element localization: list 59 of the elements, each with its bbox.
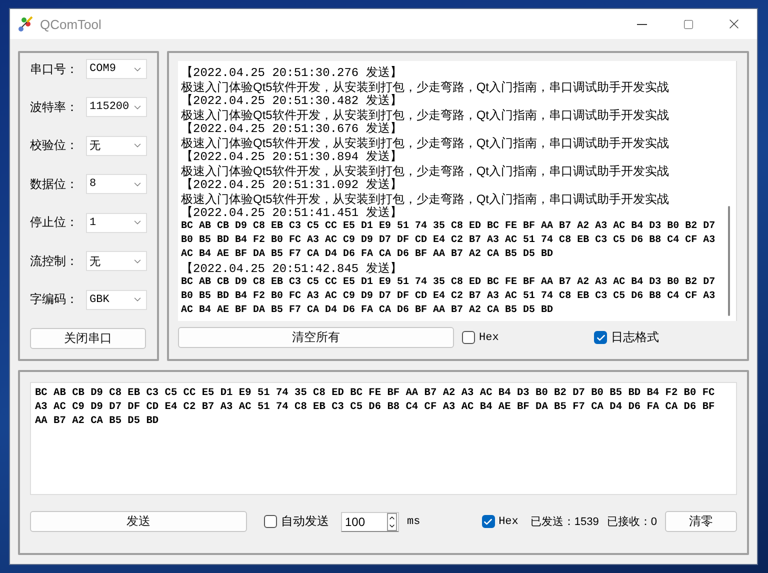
field-label: 停止位： (30, 214, 79, 232)
hex-line: BC AB CB D9 C8 EB C3 C5 CC E5 D1 E9 51 74 35 C8 ED BC FE BF AA B7 A2 A3 AC B4 D3 B0 B2 D7 (181, 220, 716, 234)
log-timestamp: 【2022.04.25 20:51:30.894 发送】 (181, 150, 402, 164)
field-label: 波特率： (30, 98, 79, 116)
hex-line: B0 B5 BD B4 F2 B0 FC A3 AC C9 D9 D7 DF CD E4 C2 B7 A3 AC 51 74 C8 EB C3 C5 D6 B8 C4 CF A3 (181, 234, 716, 248)
checkbox-box[interactable] (482, 515, 495, 528)
check-icon (596, 332, 606, 342)
log-line: 极速入门体验Qt5软件开发，从安装到打包，少走弯路，Qt入门指南，串口调试助手开发实战 (181, 108, 670, 122)
hex-line: BC AB CB D9 C8 EB C3 C5 CC E5 D1 E9 51 74 35 C8 ED BC FE BF AA B7 A2 A3 AC B4 D3 B0 B2 D7 (181, 276, 716, 290)
log-timestamp: 【2022.04.25 20:51:30.276 发送】 (181, 66, 402, 80)
hex-line: B0 B5 BD B4 F2 B0 FC A3 AC C9 D9 D7 DF CD E4 C2 B7 A3 AC 51 74 C8 EB C3 C5 D6 B8 C4 CF A3 (181, 290, 716, 304)
dropdown[interactable]: 无 (86, 251, 147, 272)
field-label: 串口号： (30, 60, 79, 78)
received-count: 已接收：0 (606, 514, 657, 529)
unit-label: ms (407, 516, 420, 528)
checkbox[interactable]: 日志格式 (594, 329, 659, 346)
checkbox-box[interactable] (264, 515, 277, 528)
checkbox-box[interactable] (462, 331, 475, 344)
field-label: 校验位： (30, 137, 79, 154)
checkbox[interactable]: Hex (462, 331, 499, 344)
sent-count: 已发送：1539 (530, 515, 599, 529)
dropdown[interactable]: 无 (86, 136, 147, 156)
log-timestamp: 【2022.04.25 20:51:42.845 发送】 (181, 262, 402, 276)
close-port-button[interactable]: 关闭串口 (30, 328, 146, 349)
log-line: 极速入门体验Qt5软件开发，从安装到打包，少走弯路，Qt入门指南，串口调试助手开发实战 (181, 164, 670, 178)
field-label: 流控制： (30, 252, 79, 270)
log-timestamp: 【2022.04.25 20:51:30.482 发送】 (181, 94, 402, 108)
log-timestamp: 【2022.04.25 20:51:31.092 发送】 (181, 178, 402, 192)
dropdown[interactable]: GBK (86, 290, 147, 310)
dropdown[interactable]: 1 (86, 212, 147, 233)
checkbox[interactable]: 自动发送 (264, 513, 329, 530)
checkbox-box[interactable] (594, 331, 607, 344)
send-text-field[interactable]: BC AB CB D9 C8 EB C3 C5 CC E5 D1 E9 51 74 35 C8 ED BC FE BF AA B7 A2 A3 AC B4 D3 B0 B2 D7 B0 B5 BD B4 F2 B0 FC A3 AC C9 D9 D7 DF CD E4 C2 B7 A3 AC 51 74 C8 EB C3 C5 D6 B8 C4 CF A3 AC B4 AE BF DA B5 F7 CA D4 D6 FA CA D6 BF AA B7 A2 CA B5 D5 BD (30, 382, 737, 495)
checkbox-label: 日志格式 (611, 329, 659, 346)
checkbox-label: Hex (479, 332, 499, 344)
maximize-icon (682, 18, 694, 30)
log-line: 极速入门体验Qt5软件开发，从安装到打包，少走弯路，Qt入门指南，串口调试助手开发实战 (181, 80, 670, 94)
checkbox-label: Hex (498, 516, 518, 528)
scrollbar[interactable] (728, 206, 730, 316)
hex-line: AC B4 AE BF DA B5 F7 CA D4 D6 FA CA D6 BF AA B7 A2 CA B5 D5 BD (181, 248, 554, 262)
dropdown[interactable]: COM9 (86, 59, 147, 79)
clear-all-button[interactable]: 清空所有 (178, 327, 454, 348)
window-title: QComTool (40, 16, 102, 32)
dropdown[interactable]: 115200 (86, 97, 147, 118)
plug-icon (18, 16, 34, 32)
checkbox[interactable]: Hex (482, 515, 518, 528)
log-line: 极速入门体验Qt5软件开发，从安装到打包，少走弯路，Qt入门指南，串口调试助手开发实战 (181, 136, 670, 150)
dropdown[interactable]: 8 (86, 174, 147, 194)
check-icon (483, 516, 494, 526)
send-button[interactable]: 发送 (30, 511, 247, 532)
field-label: 数据位： (30, 176, 79, 193)
hex-line: AC B4 AE BF DA B5 F7 CA D4 D6 FA CA D6 BF AA B7 A2 CA B5 D5 BD (181, 304, 554, 318)
log-line: 极速入门体验Qt5软件开发，从安装到打包，少走弯路，Qt入门指南，串口调试助手开发实战 (181, 192, 670, 206)
interval-spinbox[interactable]: 100 (341, 512, 399, 532)
checkbox-label: 自动发送 (281, 513, 329, 530)
reset-counter-button[interactable]: 清零 (665, 511, 737, 532)
log-timestamp: 【2022.04.25 20:51:41.451 发送】 (181, 206, 402, 220)
log-timestamp: 【2022.04.25 20:51:30.676 发送】 (181, 122, 402, 136)
field-label: 字编码： (30, 291, 79, 308)
